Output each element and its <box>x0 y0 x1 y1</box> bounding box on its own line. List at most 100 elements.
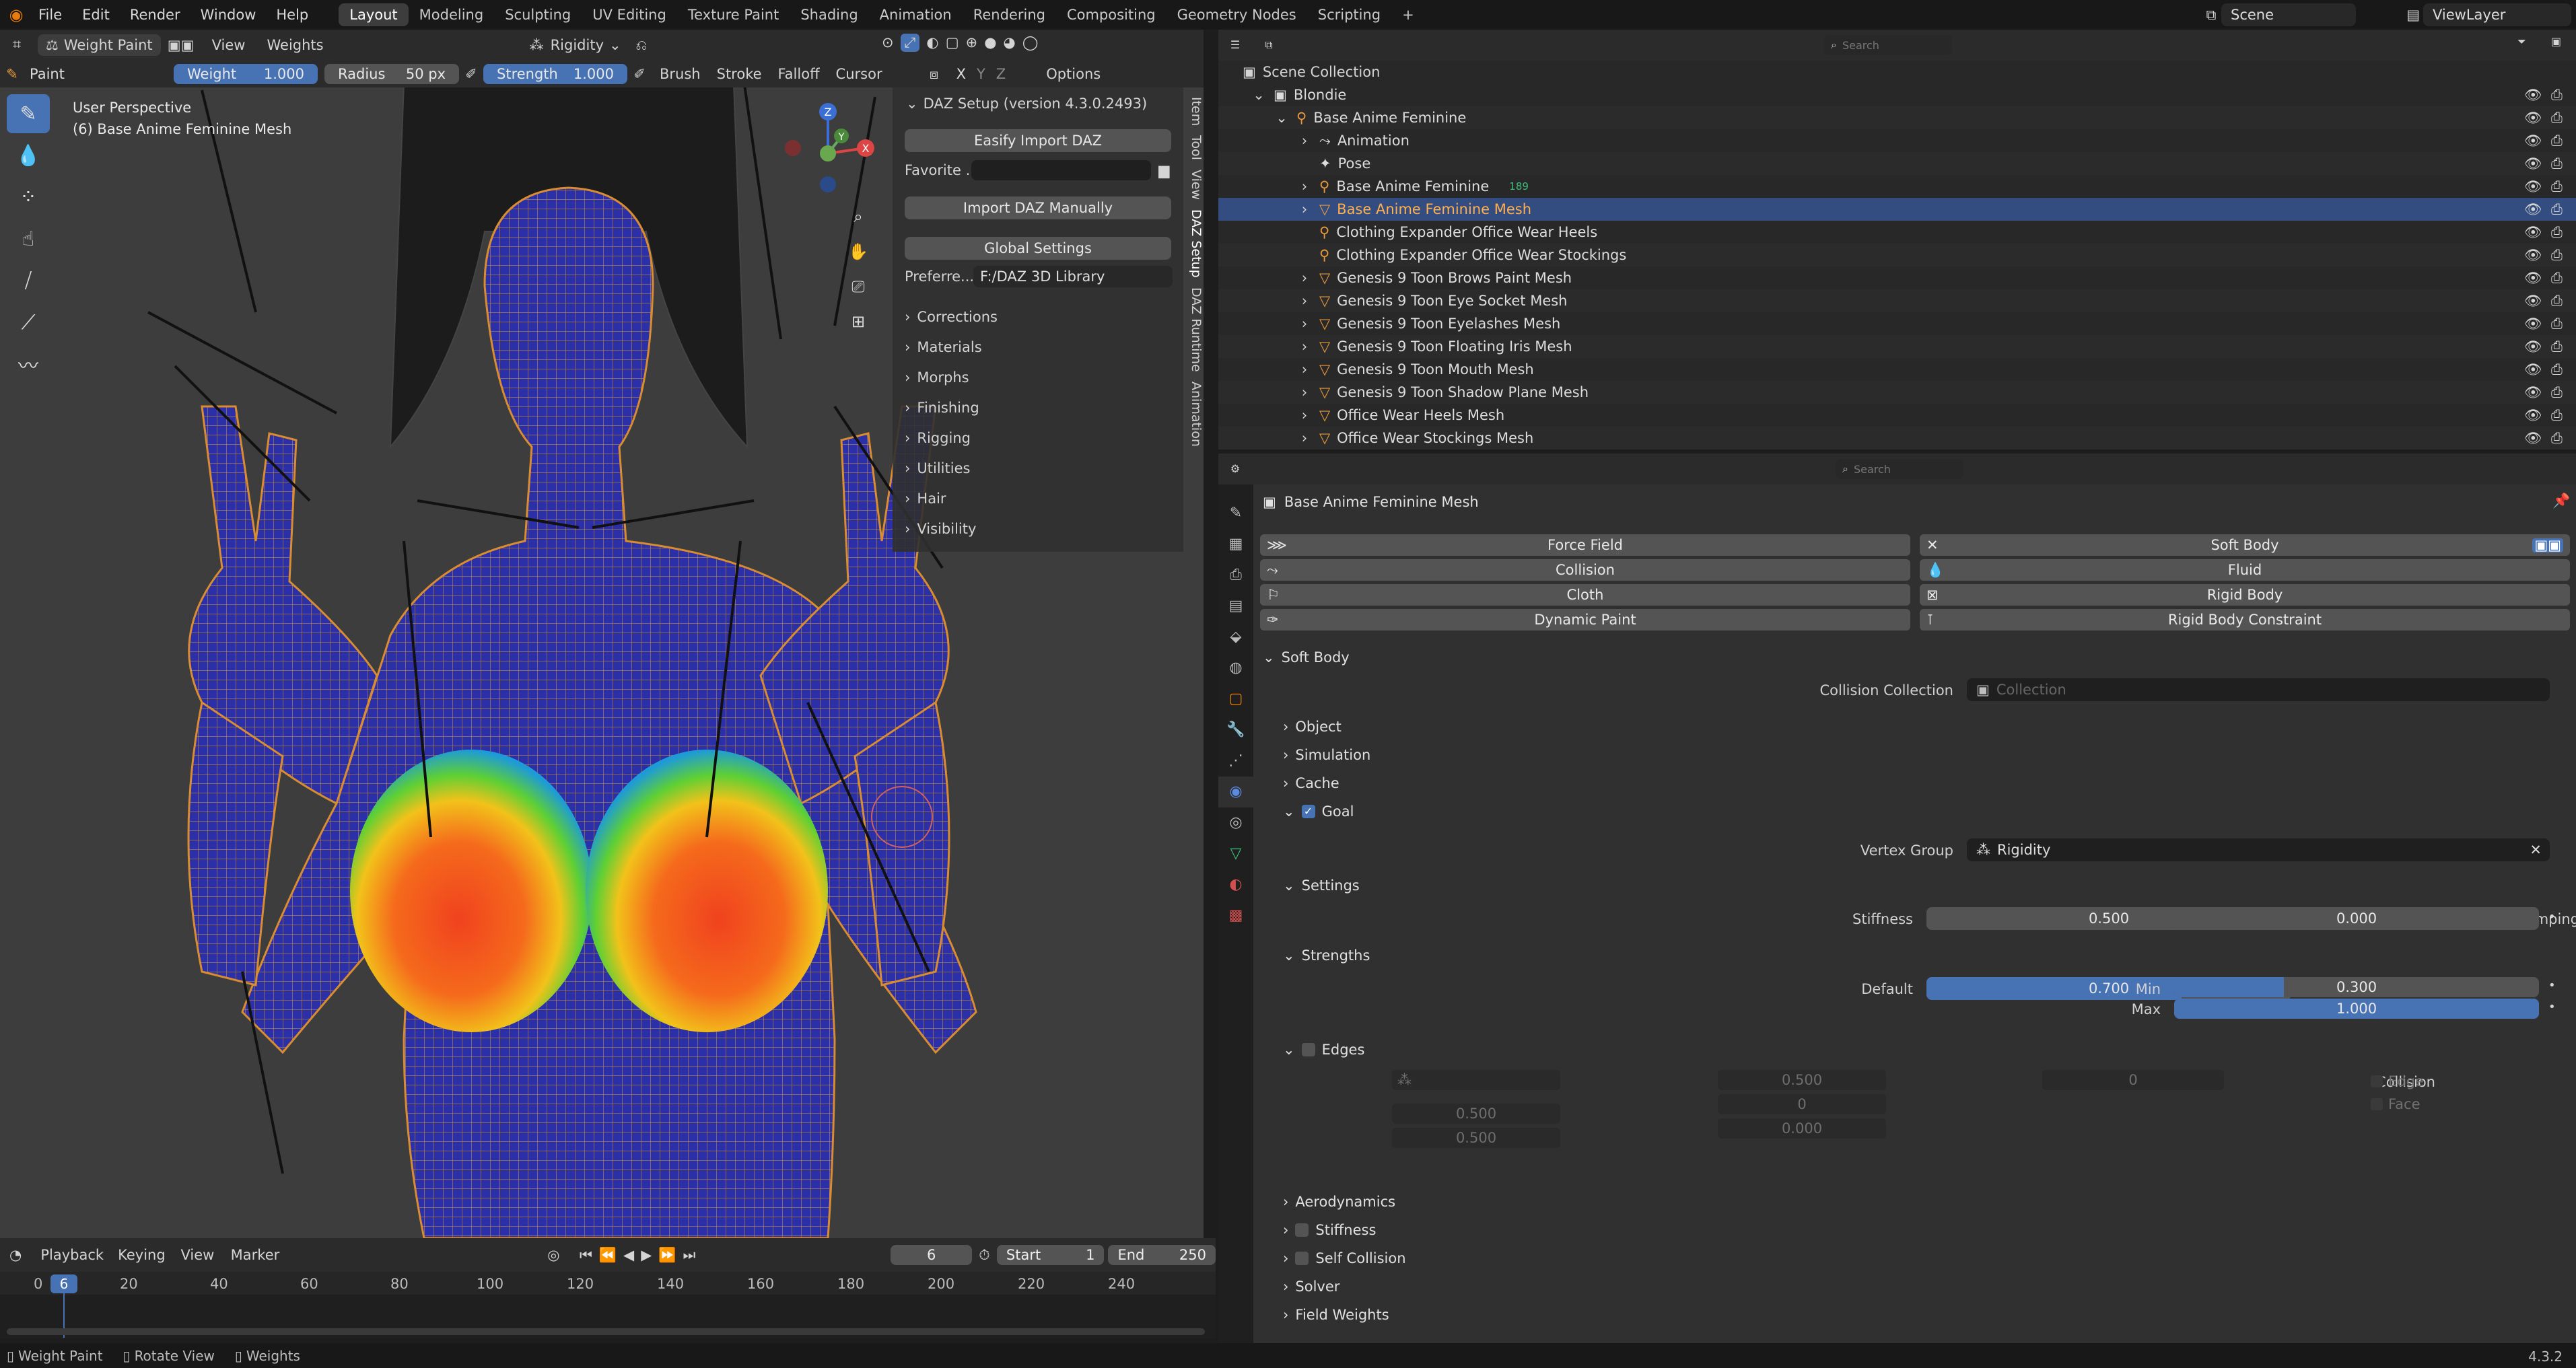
tab-daz-runtime[interactable]: DAZ Runtime <box>1189 287 1204 372</box>
folder-icon[interactable]: ▆ <box>1154 163 1174 178</box>
mode-selector[interactable]: ⚖ Weight Paint <box>38 34 161 56</box>
menu-brush[interactable]: Brush <box>652 66 709 82</box>
simulation-subpanel[interactable]: › Simulation <box>1283 744 1370 766</box>
strength-slider[interactable]: Strength 1.000 <box>483 64 627 84</box>
self-collision-checkbox[interactable] <box>1295 1252 1309 1265</box>
daz-setup-header[interactable]: ⌄ DAZ Setup (version 4.3.0.2493) <box>906 96 1175 112</box>
expand-icon[interactable]: › <box>1296 431 1313 445</box>
shading-solid-icon[interactable]: ● <box>984 36 996 50</box>
collision-collection-field[interactable]: ▣ Collection <box>1967 678 2550 701</box>
menu-render[interactable]: Render <box>120 7 190 23</box>
menu-weights[interactable]: Weights <box>256 37 334 53</box>
outliner-row[interactable]: ✦ Pose 👁 ⎙ <box>1218 152 2576 175</box>
outliner-editor-icon[interactable]: ☰ <box>1218 40 1252 50</box>
render-camera-icon[interactable]: ⎙ <box>2551 156 2563 171</box>
outliner-row[interactable]: › ▽ Office Wear Heels Mesh 👁 ⎙ <box>1218 404 2576 427</box>
keyframe-dot-icon[interactable]: • <box>2548 910 2556 924</box>
render-camera-icon[interactable]: ⎙ <box>2551 248 2563 262</box>
blender-logo-icon[interactable]: ◉ <box>4 7 28 23</box>
outliner-row[interactable]: › ▽ Genesis 9 Toon Eye Socket Mesh 👁 ⎙ <box>1218 289 2576 312</box>
edges-checkbox[interactable] <box>1301 1043 1315 1056</box>
visibility-eye-icon[interactable]: 👁 <box>2524 408 2542 423</box>
length-field[interactable]: 0 <box>2042 1070 2224 1090</box>
render-camera-icon[interactable]: ⎙ <box>2551 408 2563 423</box>
edges-subpanel[interactable]: ⌄ Edges <box>1283 1038 1364 1061</box>
render-camera-icon[interactable]: ⎙ <box>2551 385 2563 400</box>
start-frame-field[interactable]: Start 1 <box>996 1245 1105 1265</box>
menu-help[interactable]: Help <box>266 7 318 23</box>
section-utilities[interactable]: › Utilities <box>905 453 1174 483</box>
properties-editor-icon[interactable]: ⚙ <box>1218 464 1252 474</box>
tool-tab-icon[interactable]: ✎ <box>1218 498 1253 529</box>
play-reverse-icon[interactable]: ◀ <box>623 1248 634 1262</box>
menu-cursor[interactable]: Cursor <box>828 66 891 82</box>
expand-icon[interactable]: › <box>1296 293 1313 308</box>
tab-daz-setup[interactable]: DAZ Setup <box>1189 209 1204 278</box>
cache-subpanel[interactable]: › Cache <box>1283 772 1339 795</box>
keyframe-dot-icon[interactable]: • <box>2548 978 2556 993</box>
render-camera-icon[interactable]: ⎙ <box>2551 202 2563 217</box>
expand-icon[interactable]: › <box>1296 408 1313 423</box>
outliner-row[interactable]: ⚲ Clothing Expander Office Wear Stockings… <box>1218 244 2576 266</box>
constraints-tab-icon[interactable]: ◎ <box>1218 807 1253 838</box>
playhead[interactable]: 6 <box>50 1274 77 1293</box>
scene-collection-row[interactable]: ▣ Scene Collection <box>1218 61 2576 83</box>
viewlayer-name[interactable]: ViewLayer <box>2423 3 2571 26</box>
field-weights-subpanel[interactable]: › Field Weights <box>1283 1303 1389 1326</box>
menu-window[interactable]: Window <box>190 7 267 23</box>
goal-checkbox[interactable]: ✓ <box>1301 805 1315 818</box>
material-tab-icon[interactable]: ◐ <box>1218 869 1253 900</box>
render-camera-icon[interactable]: ⎙ <box>2551 87 2563 102</box>
goal-subpanel[interactable]: ⌄ ✓ Goal <box>1283 800 1354 823</box>
render-camera-icon[interactable]: ⎙ <box>2551 362 2563 377</box>
render-camera-icon[interactable]: ⎙ <box>2551 431 2563 445</box>
pull-field[interactable]: 0.500 <box>1392 1104 1560 1124</box>
modifier-tab-icon[interactable]: 🔧 <box>1218 715 1253 746</box>
outliner-search[interactable]: ⌕ Search <box>1824 35 1952 55</box>
menu-stroke[interactable]: Stroke <box>709 66 770 82</box>
scene-name[interactable]: Scene <box>2221 3 2356 26</box>
radius-slider[interactable]: Radius 50 px <box>324 64 459 84</box>
menu-timeline-view[interactable]: View <box>172 1247 221 1263</box>
outliner-row[interactable]: ⚲ Clothing Expander Office Wear Heels 👁 ⎙ <box>1218 221 2576 244</box>
face-checkbox-row[interactable]: Face <box>2371 1094 2421 1114</box>
draw-tool-icon[interactable]: ✎ <box>7 94 50 133</box>
outliner-row[interactable]: ⌄ ⚲ Base Anime Feminine 👁 ⎙ <box>1218 106 2576 129</box>
expand-icon[interactable]: ⌄ <box>1274 110 1290 125</box>
symmetry-icon[interactable]: ⎌ <box>621 38 662 52</box>
rigid-body-constraint-button[interactable]: ⊺ Rigid Body Constraint <box>1920 609 2570 631</box>
visibility-icon[interactable]: ⊙ <box>882 36 894 50</box>
sample-weight-tool-icon[interactable]: ⟋ <box>7 303 50 342</box>
outliner-row[interactable]: › ▽ Genesis 9 Toon Shadow Plane Mesh 👁 ⎙ <box>1218 381 2576 404</box>
output-tab-icon[interactable]: ⎙ <box>1218 560 1253 591</box>
outliner-row[interactable]: ⌄ ▣ Blondie 👁 ⎙ <box>1218 83 2576 106</box>
stopwatch-icon[interactable]: ⏱ <box>972 1248 997 1262</box>
display-mode-icon[interactable]: ⧉ <box>1252 40 1286 50</box>
visibility-eye-icon[interactable]: 👁 <box>2524 225 2542 240</box>
visibility-eye-icon[interactable]: 👁 <box>2524 110 2542 125</box>
timeline-scrollbar[interactable] <box>7 1328 1205 1335</box>
soft-body-button[interactable]: ✕ Soft Body ▣▣ <box>1920 534 2570 556</box>
render-camera-icon[interactable]: ⎙ <box>2551 110 2563 125</box>
section-hair[interactable]: › Hair <box>905 483 1174 513</box>
zoom-icon[interactable]: ⌕ <box>845 201 872 233</box>
render-camera-icon[interactable]: ⎙ <box>2551 293 2563 308</box>
visibility-eye-icon[interactable]: 👁 <box>2524 133 2542 148</box>
record-icon[interactable]: ◎ <box>541 1248 566 1262</box>
dynamic-paint-button[interactable]: ✑ Dynamic Paint <box>1260 609 1910 631</box>
min-slider[interactable]: 0.300 <box>2174 977 2539 997</box>
visibility-eye-icon[interactable]: 👁 <box>2524 179 2542 194</box>
render-camera-icon[interactable]: ⎙ <box>2551 225 2563 240</box>
shading-rendered-icon[interactable]: ◯ <box>1022 36 1039 50</box>
object-tab-icon[interactable]: ▢ <box>1218 684 1253 715</box>
outliner-row[interactable]: › ▽ Genesis 9 Toon Floating Iris Mesh 👁 ⎙ <box>1218 335 2576 358</box>
average-tool-icon[interactable]: ⁘ <box>7 178 50 217</box>
scene-selector[interactable]: ⧉ Scene <box>2201 3 2356 27</box>
outliner-row[interactable]: › ⚲ Base Anime Feminine 👁 ⎙ 189 <box>1218 175 2576 198</box>
tab-item[interactable]: Item <box>1189 97 1204 126</box>
expand-icon[interactable]: › <box>1296 271 1313 285</box>
render-camera-icon[interactable]: ⎙ <box>2551 339 2563 354</box>
visibility-eye-icon[interactable]: 👁 <box>2524 339 2542 354</box>
xray-icon[interactable]: ▢ <box>946 36 959 50</box>
settings-subpanel[interactable]: ⌄ Settings <box>1283 874 1360 897</box>
